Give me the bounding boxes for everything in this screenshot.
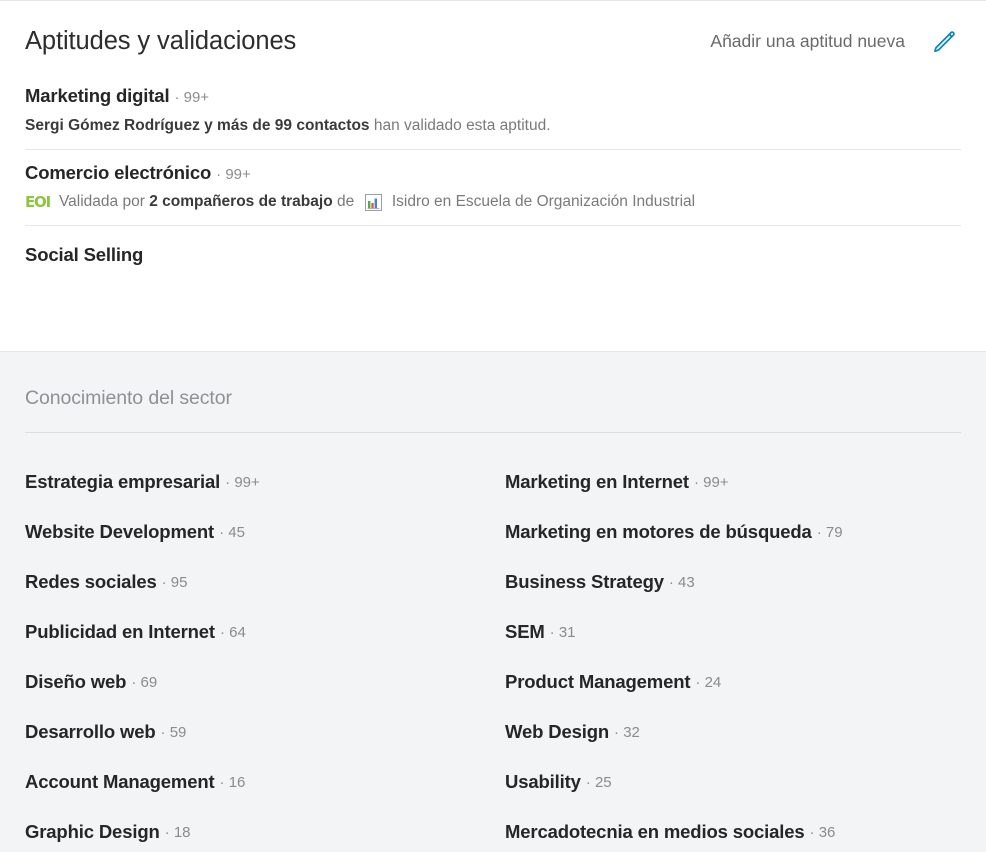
list-item[interactable]: Business Strategy · 43 xyxy=(505,557,961,607)
featured-skill-item[interactable]: Comercio electrónico · 99+ EOI Validada p… xyxy=(25,150,961,226)
skill-name[interactable]: Product Management xyxy=(505,671,691,693)
endorsement-suffix-text: han validado esta aptitud. xyxy=(369,116,551,134)
skill-name[interactable]: Usability xyxy=(505,771,581,793)
skill-endorsement-count: · 45 xyxy=(219,523,245,541)
list-item[interactable]: Desarrollo web · 59 xyxy=(25,707,505,757)
skill-separator: · xyxy=(216,165,222,183)
list-item[interactable]: SEM · 31 xyxy=(505,607,961,657)
skill-name[interactable]: Desarrollo web xyxy=(25,721,156,743)
skill-endorsement-count: · 36 xyxy=(809,823,836,841)
validation-company-text[interactable]: Isidro en Escuela de Organización Indust… xyxy=(388,192,695,212)
skill-endorsement-count: · 69 xyxy=(131,673,158,691)
list-item[interactable]: Estrategia empresarial · 99+ xyxy=(25,457,505,507)
header-actions: Añadir una aptitud nueva xyxy=(710,24,961,58)
page-title: Aptitudes y validaciones xyxy=(25,26,297,55)
industry-knowledge-title: Conocimiento del sector xyxy=(25,387,232,409)
eoi-logo-text: EOI xyxy=(25,192,51,211)
list-item[interactable]: Marketing en motores de búsqueda · 79 xyxy=(505,507,961,557)
skill-validation-line: EOI Validada por 2 compañeros de trabajo… xyxy=(25,192,961,212)
skill-endorsement-count: · 18 xyxy=(164,823,191,841)
skill-endorsement-count: · 99+ xyxy=(693,473,729,491)
skills-page: Aptitudes y validaciones Añadir una apti… xyxy=(0,0,986,852)
list-item[interactable]: Publicidad en Internet · 64 xyxy=(25,607,505,657)
list-item[interactable]: Diseño web · 69 xyxy=(25,657,505,707)
list-item[interactable]: Web Design · 32 xyxy=(505,707,961,757)
card-header: Aptitudes y validaciones Añadir una apti… xyxy=(25,1,961,73)
add-new-skill-link[interactable]: Añadir una aptitud nueva xyxy=(710,31,905,52)
skill-endorsement-count: · 24 xyxy=(695,673,722,691)
skill-endorsement-count: · 99+ xyxy=(225,473,260,491)
list-item[interactable]: Mercadotecnia en medios sociales · 36 xyxy=(505,807,961,852)
skill-count-value: 99+ xyxy=(183,89,210,106)
skill-endorsement-count: · 99+ xyxy=(216,166,251,183)
skill-name[interactable]: Business Strategy xyxy=(505,571,664,593)
skill-heading: Social Selling xyxy=(25,244,961,265)
skill-name[interactable]: Social Selling xyxy=(25,244,143,265)
skill-endorsement-line: Sergi Gómez Rodríguez y más de 99 contac… xyxy=(25,116,961,136)
skill-endorsement-count: · 31 xyxy=(549,623,576,641)
skill-endorsement-count: · 25 xyxy=(585,773,612,791)
skill-heading: Comercio electrónico · 99+ xyxy=(25,162,961,183)
skill-name[interactable]: Diseño web xyxy=(25,671,126,693)
skill-endorsement-count: · 99+ xyxy=(174,89,209,106)
featured-skill-item[interactable]: Marketing digital · 99+ Sergi Gómez Rodrí… xyxy=(25,73,961,150)
skill-endorsement-count: · 16 xyxy=(219,773,246,791)
skill-name[interactable]: Website Development xyxy=(25,521,214,543)
skills-and-endorsements-card: Aptitudes y validaciones Añadir una apti… xyxy=(0,1,986,351)
skill-name[interactable]: Account Management xyxy=(25,771,215,793)
pencil-icon xyxy=(934,31,955,53)
validation-prefix-text: Validada por xyxy=(58,193,150,210)
skill-name[interactable]: Marketing en Internet xyxy=(505,471,689,493)
skill-name[interactable]: Marketing digital xyxy=(25,85,170,106)
industry-knowledge-grid: Estrategia empresarial · 99+ Website Deve… xyxy=(25,433,961,852)
list-item[interactable]: Website Development · 45 xyxy=(25,507,505,557)
skill-name[interactable]: SEM xyxy=(505,621,545,643)
validation-middle-text: de xyxy=(332,193,359,210)
industry-knowledge-section: Conocimiento del sector Estrategia empre… xyxy=(0,351,986,852)
featured-skill-item[interactable]: Social Selling xyxy=(25,226,961,289)
knowledge-right-column: Marketing en Internet · 99+ Marketing en … xyxy=(505,457,961,852)
skill-endorsement-count: · 32 xyxy=(614,723,640,741)
edit-skills-button[interactable] xyxy=(927,24,961,58)
skill-name[interactable]: Web Design xyxy=(505,721,609,743)
validation-colleagues-count[interactable]: 2 compañeros de trabajo xyxy=(149,192,332,212)
skill-endorsement-count: · 43 xyxy=(668,573,695,591)
knowledge-left-column: Estrategia empresarial · 99+ Website Deve… xyxy=(25,457,505,852)
skill-name[interactable]: Estrategia empresarial xyxy=(25,471,220,493)
skill-name[interactable]: Redes sociales xyxy=(25,571,157,593)
endorser-names[interactable]: Sergi Gómez Rodríguez y más de 99 contac… xyxy=(25,116,370,136)
featured-skills-list: Marketing digital · 99+ Sergi Gómez Rodrí… xyxy=(25,73,961,289)
skill-name[interactable]: Mercadotecnia en medios sociales xyxy=(505,821,805,843)
skill-endorsement-count: · 95 xyxy=(161,573,188,591)
skill-endorsement-count: · 59 xyxy=(160,723,187,741)
list-item[interactable]: Marketing en Internet · 99+ xyxy=(505,457,961,507)
skill-name[interactable]: Graphic Design xyxy=(25,821,160,843)
skill-separator: · xyxy=(174,89,180,106)
skill-name[interactable]: Publicidad en Internet xyxy=(25,621,215,643)
skill-name[interactable]: Comercio electrónico xyxy=(25,162,211,183)
skill-name[interactable]: Marketing en motores de búsqueda xyxy=(505,521,812,543)
list-item[interactable]: Usability · 25 xyxy=(505,757,961,807)
skill-heading: Marketing digital · 99+ xyxy=(25,85,961,106)
list-item[interactable]: Graphic Design · 18 xyxy=(25,807,505,852)
list-item[interactable]: Redes sociales · 95 xyxy=(25,557,505,607)
eoi-logo-icon: EOI xyxy=(25,192,51,211)
list-item[interactable]: Product Management · 24 xyxy=(505,657,961,707)
list-item[interactable]: Account Management · 16 xyxy=(25,757,505,807)
skill-endorsement-count: · 79 xyxy=(816,523,843,541)
skill-count-value: 99+ xyxy=(225,165,251,183)
skill-endorsement-count: · 64 xyxy=(219,623,246,641)
bar-chart-icon xyxy=(364,193,382,211)
